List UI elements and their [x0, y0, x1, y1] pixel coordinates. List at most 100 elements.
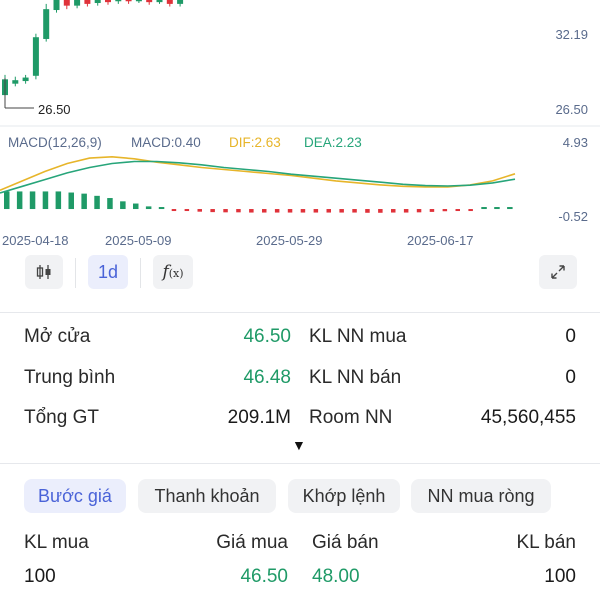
macd-histogram-bar: [94, 195, 100, 210]
macd-histogram-bar: [300, 209, 306, 213]
macd-histogram-bar: [455, 209, 460, 212]
fullscreen-button[interactable]: [539, 255, 577, 289]
foreign-room-value: 45,560,455: [480, 407, 576, 428]
fx-icon: f(x): [162, 262, 184, 282]
indicator-button[interactable]: f(x): [153, 255, 193, 289]
macd-histogram-bar: [391, 209, 396, 213]
date-tick-4: 2025-06-17: [407, 233, 474, 248]
candle-body: [105, 0, 111, 3]
candle-body: [115, 0, 122, 2]
macd-histogram: [4, 191, 513, 213]
candle-body: [53, 0, 60, 11]
macd-histogram-bar: [403, 209, 409, 213]
total-value-label: Tổng GT: [24, 407, 99, 428]
macd-axis-max: 4.93: [563, 135, 588, 150]
orderbook-header-buy-volume: KL mua: [24, 532, 89, 553]
candle-body: [166, 0, 173, 4]
tab-foreign-net-buy[interactable]: NN mua ròng: [411, 479, 551, 513]
expand-icon: [551, 265, 565, 279]
macd-histogram-bar: [158, 207, 165, 210]
macd-histogram-bar: [68, 192, 74, 210]
section-divider: [0, 312, 600, 313]
macd-histogram-bar: [494, 207, 500, 210]
total-value: 209.1M: [227, 407, 291, 428]
open-value: 46.50: [243, 326, 291, 347]
macd-histogram-bar: [107, 198, 113, 210]
orderbook-sell-volume: 100: [544, 566, 576, 587]
macd-histogram-bar: [133, 203, 139, 210]
macd-histogram-bar: [365, 209, 370, 213]
tab-matched-orders[interactable]: Khớp lệnh: [288, 479, 400, 513]
candle-body: [125, 0, 132, 2]
macd-value: MACD:0.40: [131, 135, 201, 150]
candle-body: [156, 0, 163, 3]
macd-histogram-bar: [4, 191, 10, 210]
foreign-room-label: Room NN: [309, 407, 393, 428]
macd-histogram-bar: [507, 207, 513, 210]
candle-body: [32, 37, 39, 76]
macd-histogram-bar: [262, 209, 267, 213]
candlestick-icon: [36, 265, 51, 279]
orderbook-buy-volume: 100: [24, 566, 56, 587]
macd-histogram-bar: [416, 209, 422, 213]
macd-histogram-bar: [326, 209, 331, 213]
foreign-sell-label: KL NN bán: [309, 367, 402, 388]
dea-line: [0, 160, 516, 194]
candle-body: [94, 0, 101, 4]
macd-histogram-bar: [339, 209, 344, 213]
macd-histogram-bar: [249, 209, 254, 213]
avg-value: 46.48: [243, 367, 291, 388]
candle-body: [12, 80, 19, 84]
expand-stats-icon[interactable]: ▼: [292, 437, 306, 453]
date-tick-2: 2025-05-09: [105, 233, 172, 248]
candle-body: [177, 0, 184, 4]
macd-histogram-bar: [81, 193, 87, 210]
macd-histogram-bar: [171, 209, 177, 212]
interval-button[interactable]: 1d: [88, 255, 128, 289]
macd-histogram-bar: [313, 209, 319, 213]
macd-histogram-bar: [378, 209, 383, 213]
macd-axis-min: -0.52: [558, 209, 588, 224]
macd-title: MACD(12,26,9): [8, 135, 102, 150]
macd-histogram-bar: [55, 191, 62, 210]
toolbar-divider: [75, 258, 76, 288]
macd-histogram-bar: [274, 209, 280, 213]
orderbook-header-buy-price: Giá mua: [216, 532, 288, 553]
orderbook-header-sell-price: Giá bán: [312, 532, 379, 553]
candle-body: [43, 9, 50, 39]
orderbook-header-sell-volume: KL bán: [516, 532, 576, 553]
candle-body: [146, 0, 153, 3]
macd-histogram-bar: [184, 209, 190, 212]
candle-body: [135, 0, 142, 2]
candle-body: [84, 0, 91, 4]
macd-histogram-bar: [481, 207, 487, 210]
chart-type-button[interactable]: [25, 255, 63, 289]
orderbook-buy-price: 46.50: [240, 566, 288, 587]
candle-body: [63, 0, 70, 6]
avg-label: Trung bình: [24, 367, 116, 388]
low-marker-label: 26.50: [38, 102, 71, 117]
price-chart[interactable]: 26.50 32.19 26.50 MACD(12,26,9) MACD:0.4…: [0, 0, 600, 250]
date-tick-1: 2025-04-18: [2, 233, 69, 248]
macd-histogram-bar: [29, 191, 36, 210]
price-tick-high: 32.19: [555, 27, 588, 42]
price-tick-low: 26.50: [555, 102, 588, 117]
foreign-sell-value: 0: [565, 367, 576, 388]
macd-histogram-bar: [197, 209, 202, 212]
macd-histogram-bar: [16, 191, 23, 210]
candle-body: [74, 0, 81, 6]
macd-histogram-bar: [287, 209, 293, 213]
macd-histogram-bar: [223, 209, 228, 213]
orderbook-sell-price: 48.00: [312, 566, 360, 587]
date-tick-3: 2025-05-29: [256, 233, 323, 248]
tab-liquidity[interactable]: Thanh khoản: [138, 479, 276, 513]
toolbar-divider: [140, 258, 141, 288]
macd-histogram-bar: [352, 209, 357, 213]
macd-histogram-bar: [236, 209, 241, 213]
foreign-buy-label: KL NN mua: [309, 326, 407, 347]
tab-price-step[interactable]: Bước giá: [24, 479, 126, 513]
macd-histogram-bar: [468, 209, 473, 212]
macd-histogram-bar: [42, 191, 49, 210]
macd-histogram-bar: [210, 209, 215, 213]
candle-body: [22, 77, 29, 82]
